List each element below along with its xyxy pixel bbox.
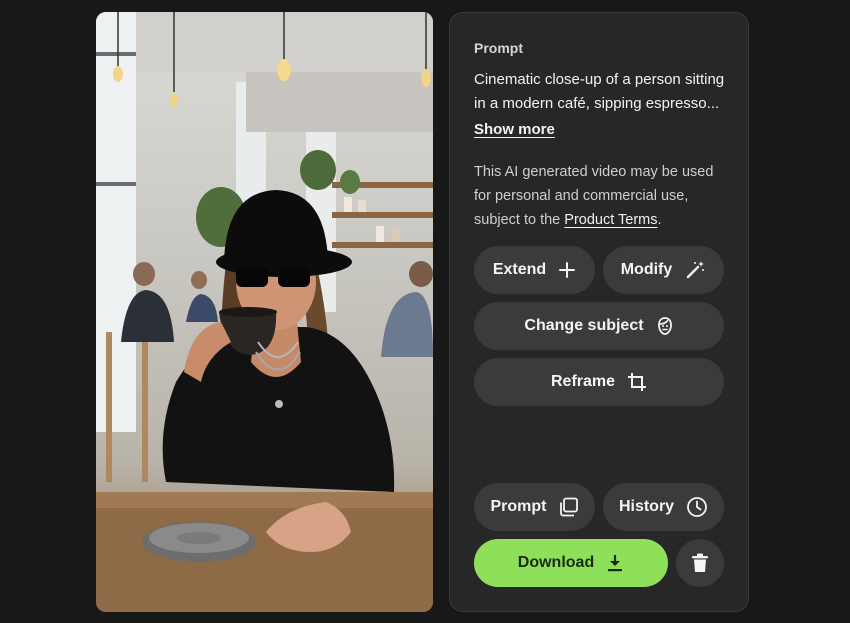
download-label: Download [517,554,595,571]
product-terms-link[interactable]: Product Terms [564,212,657,228]
modify-label: Modify [620,261,673,278]
prompt-heading: Prompt [474,40,523,56]
extend-button[interactable]: Extend [474,246,595,294]
download-icon [608,555,623,572]
history-button[interactable]: History [603,483,724,531]
change-subject-label: Change subject [524,317,644,334]
extend-label: Extend [492,261,547,278]
usage-notice: This AI generated video may be used for … [474,160,730,232]
delete-button[interactable] [676,539,724,587]
prompt-label: Prompt [490,498,547,515]
change-subject-button[interactable]: Change subject [474,302,724,350]
usage-suffix: . [657,212,662,228]
reframe-label: Reframe [550,373,616,390]
face-icon [657,317,672,335]
crop-icon [628,373,647,391]
prompt-text: Cinematic close-up of a person sitting i… [474,71,725,112]
copy-icon [559,497,578,517]
generated-video-preview[interactable] [96,12,433,612]
history-label: History [618,498,675,515]
cafe-scene-image [96,12,433,612]
magic-wand-icon [687,261,705,279]
modify-button[interactable]: Modify [603,246,724,294]
prompt-button[interactable]: Prompt [474,483,595,531]
clock-icon [687,497,707,517]
trash-icon [692,553,708,572]
download-button[interactable]: Download [474,539,668,587]
reframe-button[interactable]: Reframe [474,358,724,406]
prompt-panel: Prompt Cinematic close-up of a person si… [449,12,749,612]
plus-icon [559,262,576,278]
show-more-link[interactable]: Show more [474,121,555,138]
